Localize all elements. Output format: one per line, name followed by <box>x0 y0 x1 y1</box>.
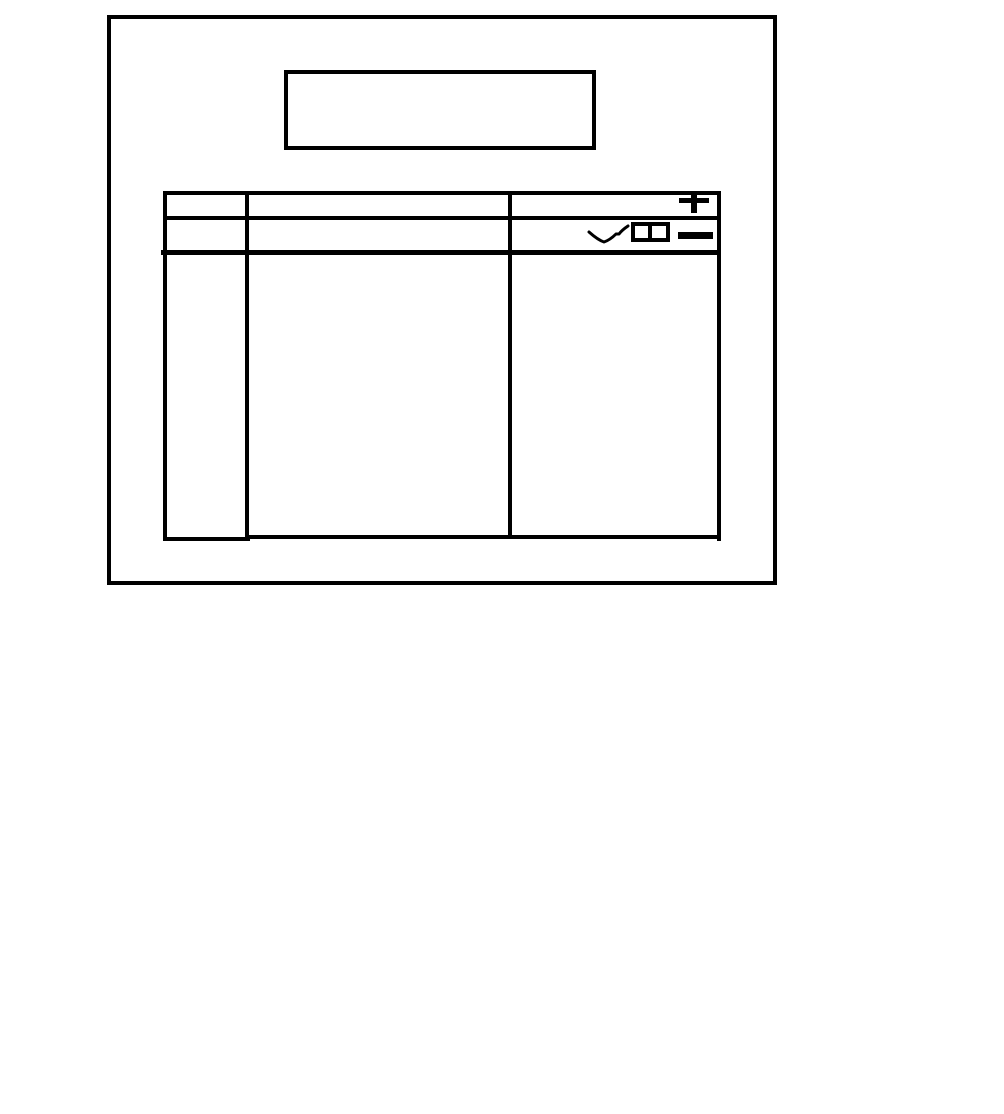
table-bottom-edge <box>246 535 717 539</box>
column-divider-1 <box>245 191 249 540</box>
title-box <box>284 70 596 150</box>
split-columns-icon[interactable] <box>631 222 671 244</box>
second-row-divider <box>161 250 719 255</box>
minus-icon[interactable] <box>677 230 715 242</box>
column-divider-2 <box>508 191 512 539</box>
table-bottom-left-edge <box>163 537 250 541</box>
checkmark-icon[interactable] <box>586 222 632 246</box>
plus-icon[interactable] <box>678 192 712 214</box>
header-row-divider <box>163 216 717 220</box>
